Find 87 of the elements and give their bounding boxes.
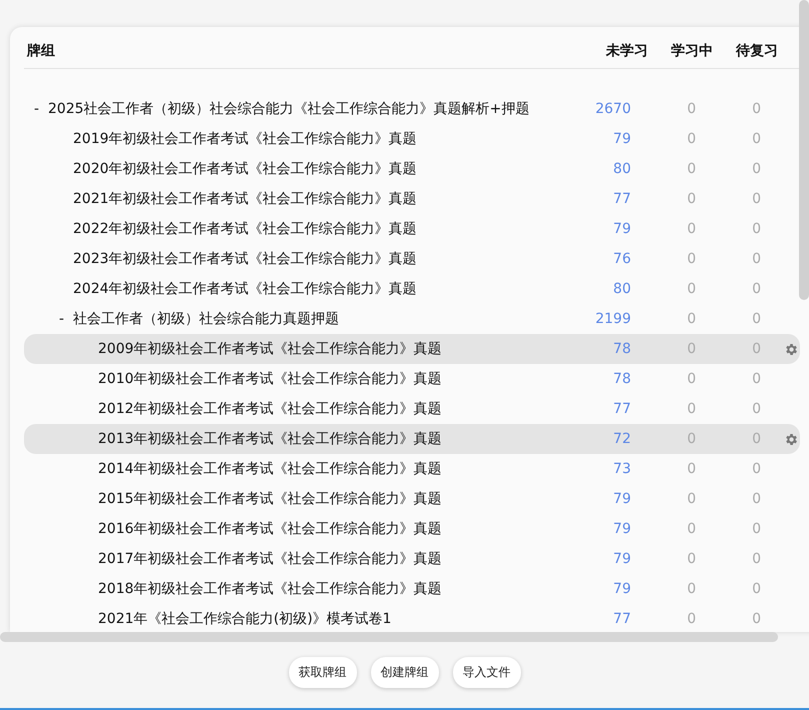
new-count: 76	[612, 251, 631, 267]
deck-name[interactable]: 2010年初级社会工作者考试《社会工作综合能力》真题	[98, 370, 442, 388]
deck-name[interactable]: 2019年初级社会工作者考试《社会工作综合能力》真题	[73, 130, 417, 148]
collapse-toggle[interactable]: -	[59, 311, 64, 327]
review-count: 0	[751, 221, 761, 237]
deck-row[interactable]: 2013年初级社会工作者考试《社会工作综合能力》真题 72 0 0	[24, 424, 800, 454]
learning-count: 0	[686, 251, 696, 267]
review-count: 0	[751, 131, 761, 147]
learning-count: 0	[686, 341, 696, 357]
vertical-scrollbar[interactable]	[799, 0, 809, 300]
deck-name[interactable]: 2025社会工作者（初级）社会综合能力《社会工作综合能力》真题解析+押题	[48, 100, 530, 118]
deck-name[interactable]: 2021年初级社会工作者考试《社会工作综合能力》真题	[73, 190, 417, 208]
new-count: 79	[612, 581, 631, 597]
learning-count: 0	[686, 371, 696, 387]
deck-name[interactable]: 2015年初级社会工作者考试《社会工作综合能力》真题	[98, 490, 442, 508]
new-count: 80	[612, 281, 631, 297]
learning-count: 0	[686, 431, 696, 447]
new-count: 80	[612, 161, 631, 177]
new-count: 79	[612, 131, 631, 147]
review-count: 0	[751, 431, 761, 447]
review-count: 0	[751, 551, 761, 567]
column-header: 待复习	[734, 42, 778, 60]
horizontal-scrollbar[interactable]	[0, 632, 778, 642]
settings-icon[interactable]	[784, 432, 799, 446]
review-count: 0	[751, 491, 761, 507]
review-count: 0	[751, 281, 761, 297]
review-count: 0	[751, 341, 761, 357]
learning-count: 0	[686, 401, 696, 417]
deck-name[interactable]: 2022年初级社会工作者考试《社会工作综合能力》真题	[73, 220, 417, 238]
column-header: 学习中	[670, 42, 713, 60]
new-count: 77	[612, 191, 631, 207]
learning-count: 0	[686, 221, 696, 237]
learning-count: 0	[686, 131, 696, 147]
new-count: 2670	[594, 101, 631, 117]
deck-name[interactable]: 2009年初级社会工作者考试《社会工作综合能力》真题	[98, 340, 442, 358]
review-count: 0	[751, 101, 761, 117]
review-count: 0	[751, 401, 761, 417]
review-count: 0	[751, 581, 761, 597]
deck-name[interactable]: 2016年初级社会工作者考试《社会工作综合能力》真题	[98, 520, 442, 538]
learning-count: 0	[686, 611, 696, 627]
new-count: 72	[612, 431, 631, 447]
deck-name[interactable]: 2013年初级社会工作者考试《社会工作综合能力》真题	[98, 430, 442, 448]
new-count: 79	[612, 491, 631, 507]
learning-count: 0	[686, 281, 696, 297]
column-header: 牌组	[26, 42, 56, 60]
new-count: 73	[612, 461, 631, 477]
new-count: 77	[612, 401, 631, 417]
deck-name[interactable]: 2017年初级社会工作者考试《社会工作综合能力》真题	[98, 550, 442, 568]
new-count: 2199	[594, 311, 631, 327]
action-button[interactable]: 获取牌组	[288, 657, 356, 688]
learning-count: 0	[686, 551, 696, 567]
review-count: 0	[751, 371, 761, 387]
learning-count: 0	[686, 491, 696, 507]
deck-name[interactable]: 2020年初级社会工作者考试《社会工作综合能力》真题	[73, 160, 417, 178]
learning-count: 0	[686, 461, 696, 477]
deck-name[interactable]: 2018年初级社会工作者考试《社会工作综合能力》真题	[98, 580, 442, 598]
deck-name[interactable]: 社会工作者（初级）社会综合能力真题押题	[73, 310, 339, 328]
learning-count: 0	[686, 521, 696, 537]
deck-row[interactable]: 2009年初级社会工作者考试《社会工作综合能力》真题 78 0 0	[24, 334, 800, 364]
new-count: 78	[612, 341, 631, 357]
review-count: 0	[751, 461, 761, 477]
review-count: 0	[751, 311, 761, 327]
action-button[interactable]: 导入文件	[452, 657, 520, 688]
review-count: 0	[751, 521, 761, 537]
learning-count: 0	[686, 581, 696, 597]
column-header: 未学习	[604, 42, 648, 60]
review-count: 0	[751, 611, 761, 627]
learning-count: 0	[686, 161, 696, 177]
learning-count: 0	[686, 101, 696, 117]
deck-name[interactable]: 2023年初级社会工作者考试《社会工作综合能力》真题	[73, 250, 417, 268]
new-count: 79	[612, 551, 631, 567]
new-count: 79	[612, 521, 631, 537]
new-count: 77	[612, 611, 631, 627]
new-count: 78	[612, 371, 631, 387]
review-count: 0	[751, 251, 761, 267]
deck-name[interactable]: 2014年初级社会工作者考试《社会工作综合能力》真题	[98, 460, 442, 478]
deck-name[interactable]: 2024年初级社会工作者考试《社会工作综合能力》真题	[73, 280, 417, 298]
review-count: 0	[751, 161, 761, 177]
collapse-toggle[interactable]: -	[34, 101, 40, 117]
review-count: 0	[751, 191, 761, 207]
deck-name[interactable]: 2021年《社会工作综合能力(初级)》模考试卷1	[98, 610, 392, 628]
action-button[interactable]: 创建牌组	[370, 657, 438, 688]
learning-count: 0	[686, 311, 696, 327]
settings-icon[interactable]	[784, 342, 799, 356]
learning-count: 0	[686, 191, 696, 207]
new-count: 79	[612, 221, 631, 237]
deck-name[interactable]: 2012年初级社会工作者考试《社会工作综合能力》真题	[98, 400, 442, 418]
